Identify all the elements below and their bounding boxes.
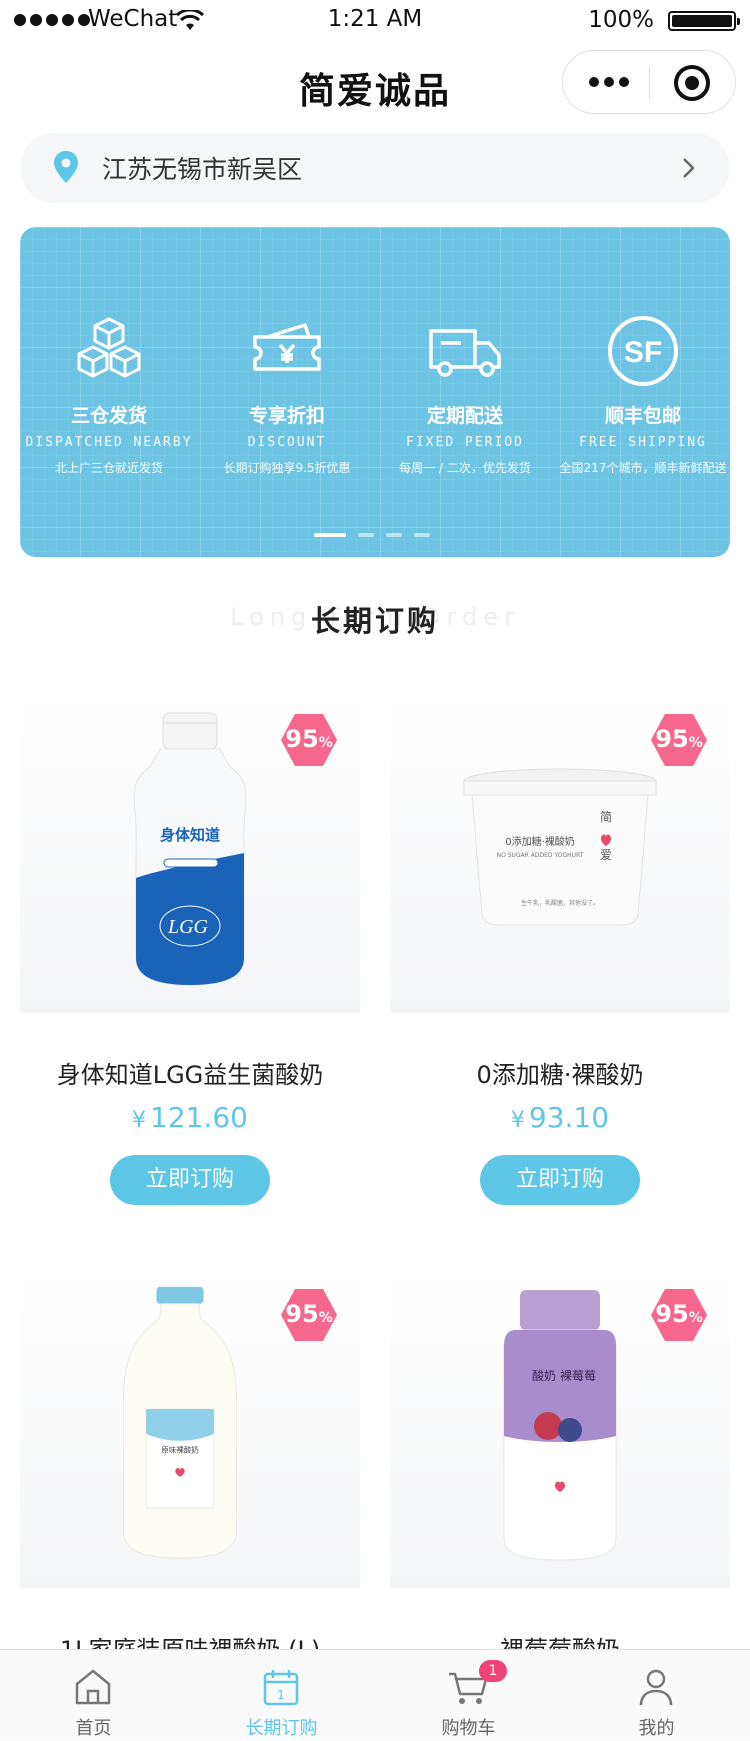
tab-long-term-order[interactable]: 1 长期订购 [188,1650,375,1741]
battery-icon [668,11,740,31]
buy-now-button[interactable]: 立即订购 [110,1155,270,1205]
discount-value: 95 [655,725,689,753]
chevron-right-icon [683,158,695,178]
discount-value: 95 [655,1300,689,1328]
feature-title: 三仓发货 [70,405,147,427]
capsule-divider [649,67,650,99]
discount-badge: 95% [280,713,338,767]
sf-express-icon: SF [608,316,678,386]
product-name[interactable]: 身体知道LGG益生菌酸奶 [20,1055,360,1090]
svg-text:0添加糖·裸酸奶: 0添加糖·裸酸奶 [505,835,575,848]
feature-en: FIXED PERIOD [406,435,524,450]
tab-home[interactable]: 首页 [0,1650,187,1741]
tab-bar: 首页 1 长期订购 1 购物车 我的 [0,1649,750,1740]
svg-text:SF: SF [624,336,662,369]
currency-symbol: ¥ [510,1108,525,1133]
feature-desc: 北上广三仓就近发货 [54,461,163,475]
user-icon [639,1669,673,1706]
carousel-dot[interactable] [386,533,402,537]
discount-badge: 95% [650,1288,708,1342]
buy-now-button[interactable]: 立即订购 [480,1155,640,1205]
product-name[interactable]: 0添加糖·裸酸奶 [390,1055,730,1090]
cubes-icon [77,317,141,378]
tab-label: 长期订购 [245,1718,318,1739]
tab-cart[interactable]: 1 购物车 [375,1650,562,1741]
location-selector[interactable]: 江苏无锡市新吴区 [20,133,730,203]
tab-label: 首页 [75,1718,112,1739]
location-pin-icon [54,151,78,183]
location-text: 江苏无锡市新吴区 [102,155,303,184]
discount-value: 95 [285,1300,319,1328]
section-title: 长期订购 [310,604,439,638]
carousel-dot[interactable] [314,533,346,537]
discount-unit: % [318,1310,333,1326]
svg-text:身体知道: 身体知道 [160,826,220,844]
discount-unit: % [318,735,333,751]
cart-count-badge: 1 [479,1660,507,1682]
discount-unit: % [688,1310,703,1326]
carousel-dot[interactable] [358,533,374,537]
ticket-icon [253,323,321,371]
svg-text:爱: 爱 [600,848,612,862]
feature-title: 专享折扣 [248,405,325,427]
carousel-dot[interactable] [414,533,430,537]
discount-badge: 95% [650,713,708,767]
feature-desc: 每周一 / 二次，优先发货 [399,461,531,475]
svg-text:裸莓莓: 裸莓莓 [560,1368,596,1383]
close-miniprogram-icon[interactable] [674,65,710,101]
feature-desc: 长期订购独享9.5折优惠 [223,461,351,475]
calendar-icon: 1 [263,1670,299,1706]
product-price: ¥121.60 [20,1101,360,1134]
feature-desc: 全国217个城市，顺丰新鲜配送 [559,461,727,475]
tab-label: 我的 [638,1718,675,1739]
discount-badge: 95% [280,1288,338,1342]
svg-text:酸奶: 酸奶 [532,1368,556,1383]
svg-text:NO SUGAR ADDED YOGHURT: NO SUGAR ADDED YOGHURT [497,852,584,859]
price-value: 121.60 [150,1101,248,1134]
discount-value: 95 [285,725,319,753]
carousel-indicators [314,533,430,537]
home-icon [75,1669,111,1705]
tab-profile[interactable]: 我的 [563,1650,750,1741]
tab-label: 购物车 [441,1718,496,1739]
price-value: 93.10 [528,1101,610,1134]
svg-text:生牛乳，乳酸菌，其他没了。: 生牛乳，乳酸菌，其他没了。 [521,899,599,907]
feature-en: DISPATCHED NEARBY [25,435,193,450]
promo-banner[interactable]: 三仓发货 DISPATCHED NEARBY 北上广三仓就近发货 专享折扣 DI… [20,227,730,557]
truck-icon [429,329,501,377]
mini-program-capsule [562,50,736,114]
feature-en: FREE SHIPPING [579,435,707,450]
feature-en: DISCOUNT [247,435,327,450]
discount-unit: % [688,735,703,751]
battery-percent: 100% [588,7,654,33]
section-header: Long Term Order 长期订购 [0,590,750,650]
feature-title: 定期配送 [426,405,503,427]
svg-text:原味裸酸奶: 原味裸酸奶 [161,1444,199,1454]
svg-text:LGG: LGG [167,916,209,938]
currency-symbol: ¥ [132,1108,146,1133]
svg-text:简: 简 [600,810,612,824]
product-price: ¥93.10 [390,1101,730,1134]
feature-title: 顺丰包邮 [604,405,681,427]
more-icon[interactable] [589,75,629,89]
status-bar: WeChat 1:21 AM 100% [0,0,750,44]
svg-text:1: 1 [277,1688,285,1702]
navigation-bar: 简爱诚品 [0,44,750,124]
